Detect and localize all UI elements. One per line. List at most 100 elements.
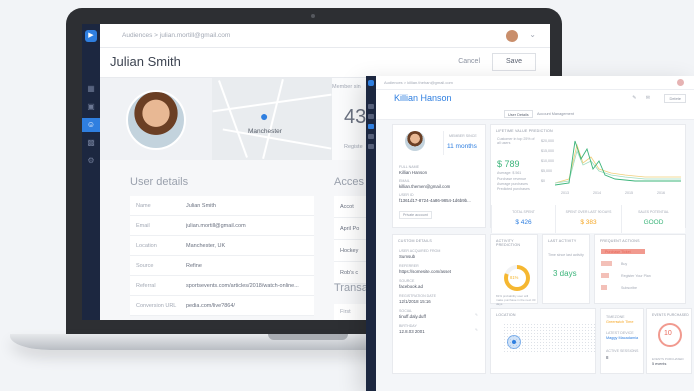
frequent-action-label: Register Your Plan (621, 273, 651, 278)
average-purchases-line (555, 149, 681, 184)
legend-item: Average purchases (497, 182, 528, 186)
user-details-title: User details (130, 176, 189, 188)
frequent-action-bar (601, 285, 607, 290)
sidebar: ▶ ▦ ▣ ☺ ▩ ⚙ (82, 24, 100, 320)
frequent-action-bar (601, 261, 612, 266)
sessions-value: 8 (606, 355, 609, 360)
ltv-chart (555, 140, 681, 186)
location-title: LOCATION (496, 313, 516, 317)
frequent-actions-title: FREQUENT ACTIONS (600, 239, 640, 243)
tab-bar: User Details Account Management (376, 108, 694, 120)
custom-details-title: CUSTOM DETAILS (398, 239, 433, 243)
frequent-action-label: Purchase Ticket (605, 249, 631, 254)
location-card: LOCATION (490, 308, 596, 374)
activity-title: ACTIVITY PREDICTION (496, 239, 521, 248)
header-action-icons[interactable]: ✎ ✉ (632, 95, 654, 101)
cancel-button[interactable]: Cancel (458, 58, 480, 65)
frequent-action-label: Subscribe (621, 285, 637, 290)
calendar-icon[interactable]: ▩ (82, 136, 100, 150)
top-bar: Audiences > julian.mortill@gmail.com ⌄ (100, 24, 550, 48)
events-title: EVENTS PURCHASED (652, 313, 689, 317)
logo-icon[interactable] (368, 80, 374, 86)
frequent-action-label: Buy (621, 261, 628, 266)
total-spent-stat: TOTAL SPENT $ 426 (491, 205, 555, 233)
device-value: Maggy Macadamia (606, 336, 639, 340)
frequent-actions-card: FREQUENT ACTIONS Purchase Ticket Buy Regis… (594, 234, 686, 304)
table-row: Location Manchester, UK (130, 236, 314, 256)
page-header: Julian Smith Cancel Save (100, 48, 550, 78)
profile-photo (405, 131, 425, 151)
table-row: Conversion URL pedia.com/live?864/ (130, 296, 314, 316)
legend-item: Purchase revenue (497, 177, 527, 181)
logo-icon[interactable]: ▶ (85, 30, 97, 42)
private-account-button[interactable]: Private account (399, 211, 432, 219)
chevron-down-icon[interactable]: ⌄ (529, 30, 536, 39)
breadcrumb[interactable]: Audiences > killian.thehan@gmail.com (384, 80, 453, 85)
accounts-title: Acces (334, 176, 364, 188)
chart-icon[interactable]: ▦ (82, 82, 100, 96)
legend-item: Predicted purchases (497, 187, 530, 191)
ltv-title: LIFETIME VALUE PREDICTION (496, 129, 553, 133)
table-row: Source Refine (130, 256, 314, 276)
sales-potential-stat: SALES POTENTIAL GOOD (621, 205, 685, 233)
dashboard-sidebar (366, 76, 376, 391)
last-activity-card: LAST ACTIVITY Time since last activity 3… (542, 234, 590, 304)
stat-sub: Registe (344, 144, 363, 150)
laptop-notch (268, 334, 348, 340)
page-title: Julian Smith (110, 54, 181, 69)
map-city-label: Manchester (248, 128, 282, 135)
audience-icon[interactable] (368, 124, 374, 129)
profile-card: MEMBER SINCE 11 months FULL NAME Killian… (392, 124, 486, 228)
ltv-note: Customer in top 25% of all users (497, 137, 535, 146)
stat-value: 43 (344, 106, 367, 128)
profile-panel (100, 78, 212, 160)
inbox-icon[interactable] (368, 114, 374, 119)
device-info-card: TIMEZONE Greenwich Time LATEST DEVICE Ma… (600, 308, 644, 374)
location-marker (507, 335, 521, 349)
frequent-action-bar (601, 273, 609, 278)
member-since-value: 11 months (447, 143, 477, 150)
ltv-card: LIFETIME VALUE PREDICTION Customer in to… (490, 124, 686, 233)
chart-icon[interactable] (368, 104, 374, 109)
settings-gear-icon[interactable] (368, 144, 374, 149)
last-activity-title: LAST ACTIVITY (548, 239, 577, 243)
events-value: 10 (664, 330, 672, 337)
inbox-icon[interactable]: ▣ (82, 100, 100, 114)
profile-photo (126, 90, 186, 150)
avatar[interactable] (506, 30, 518, 42)
dashboard-window: Audiences > killian.thehan@gmail.com Kil… (366, 76, 694, 391)
ltv-average: Average: $ 561 (497, 171, 522, 175)
activity-note: 81% probability user will make purchase … (496, 294, 536, 306)
map-pin-icon: ● (260, 108, 269, 124)
member-since-label: MEMBER SINCE (449, 134, 477, 138)
table-row: Referral sportsevents.com/articles/2018/w… (130, 276, 314, 296)
table-row: Name Julian Smith (130, 196, 314, 216)
timezone-value: Greenwich Time (606, 320, 634, 324)
stat-label: Member sin (332, 84, 361, 90)
last-activity-sub: Time since last activity (548, 253, 584, 257)
full-name-value[interactable]: Killian Hanson (399, 170, 427, 175)
spent-90-days-stat: SPENT OVER LAST 90 DAYS $ 383 (555, 205, 621, 233)
tab-user-details[interactable]: User Details (504, 110, 533, 118)
activity-prediction-card: ACTIVITY PREDICTION 81% 81% probability … (490, 234, 538, 306)
page-title: Killian Hanson (394, 93, 452, 103)
user-id-value[interactable]: f1361d17-8724-4a86-9854-1d6b9b... (399, 198, 471, 203)
edit-icon[interactable]: ✎ (475, 328, 478, 332)
activity-gauge-value: 81% (510, 275, 519, 280)
calendar-icon[interactable] (368, 134, 374, 139)
audience-icon[interactable]: ☺ (82, 118, 100, 132)
tab-account-management[interactable]: Account Management (534, 110, 577, 118)
delete-button[interactable]: Delete (664, 94, 686, 103)
avatar[interactable] (677, 79, 684, 86)
edit-icon[interactable]: ✎ (475, 313, 478, 317)
ltv-value: $ 789 (497, 159, 520, 169)
breadcrumb[interactable]: Audiences > julian.mortill@gmail.com (122, 32, 230, 39)
save-button[interactable]: Save (492, 53, 536, 71)
email-value[interactable]: killian.themen@gmail.com (399, 184, 450, 189)
user-details-table: Name Julian Smith Email julian.mortill@gma… (130, 196, 314, 316)
laptop-camera (311, 14, 315, 18)
custom-details-card: CUSTOM DETAILS USER ACQUIRED FROM Sumsub… (392, 234, 486, 374)
location-map[interactable]: ● Manchester (212, 78, 332, 160)
settings-gear-icon[interactable]: ⚙ (82, 154, 100, 168)
dashboard-top-bar: Audiences > killian.thehan@gmail.com (376, 76, 694, 90)
